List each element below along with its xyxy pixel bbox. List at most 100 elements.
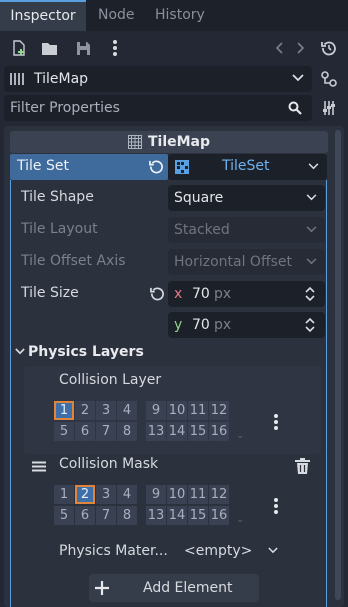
tilemap-header-icon [127,135,142,149]
trash-icon[interactable] [295,458,310,474]
section-title: TileMap [147,134,211,150]
inspector-scrollbar[interactable] [335,130,341,600]
layer-bit-13[interactable]: 13 [146,422,166,441]
dock-tab-bar: Inspector Node History [0,0,348,31]
property-settings-icon[interactable] [318,97,340,119]
chevron-down-icon [306,194,317,201]
layer-bit-16[interactable]: 16 [209,506,229,525]
history-icon[interactable] [318,37,340,59]
layer-bit-6[interactable]: 6 [75,506,95,525]
spin-arrows-icon[interactable] [305,286,315,302]
physics-material-label: Physics Mater... [59,543,168,559]
forward-icon[interactable] [290,37,312,59]
tile-set-resource-picker[interactable]: TileSet [168,154,327,180]
tile-size-x-value: 70 [192,286,210,302]
tab-history[interactable]: History [155,0,205,31]
layer-bit-2[interactable]: 2 [75,485,95,504]
open-folder-icon[interactable] [38,37,60,59]
expand-layers-icon[interactable]: ⌄ [236,430,244,441]
spin-arrows-icon[interactable] [305,317,315,333]
layer-bit-3[interactable]: 3 [96,401,116,420]
more-vert-icon[interactable] [104,37,126,59]
tile-offset-axis-label: Tile Offset Axis [21,253,126,269]
tile-shape-value: Square [174,190,224,206]
tile-shape-dropdown[interactable]: Square [168,185,325,211]
collision-layer-label: Collision Layer [59,372,162,388]
y-axis-label: y [174,317,183,333]
layer-bit-3[interactable]: 3 [96,485,116,504]
layer-bit-12[interactable]: 12 [209,485,229,504]
layer-bit-12[interactable]: 12 [209,401,229,420]
layer-bit-15[interactable]: 15 [188,506,208,525]
layer-bit-15[interactable]: 15 [188,422,208,441]
tile-size-y-value: 70 [192,317,210,333]
node-tree-icon[interactable] [318,68,340,90]
layer-bit-2[interactable]: 2 [75,401,95,420]
collision-mask-label: Collision Mask [59,456,159,472]
layer-bit-8[interactable]: 8 [117,506,137,525]
tile-shape-label: Tile Shape [21,189,94,205]
layer-bit-13[interactable]: 13 [146,506,166,525]
save-icon[interactable] [72,37,94,59]
expand-layers-icon[interactable]: ⌄ [236,514,244,525]
tile-size-label: Tile Size [21,285,79,301]
physics-material-picker[interactable]: <empty> [176,538,286,564]
back-icon[interactable] [268,37,290,59]
layer-bit-1[interactable]: 1 [54,401,74,420]
layer-bit-4[interactable]: 4 [117,401,137,420]
physics-layers-title[interactable]: Physics Layers [28,344,144,360]
layer-bit-10[interactable]: 10 [167,401,187,420]
layer-bit-14[interactable]: 14 [167,422,187,441]
tile-size-x-field[interactable]: x 70 px [168,281,325,307]
revert-icon[interactable] [150,286,165,301]
layer-bit-7[interactable]: 7 [96,422,116,441]
tilemap-node-icon [10,73,24,85]
tile-size-x-unit: px [214,286,232,302]
tile-layout-label: Tile Layout [21,221,98,237]
layer-bit-4[interactable]: 4 [117,485,137,504]
section-header: TileMap [10,131,328,153]
more-vert-icon[interactable] [274,414,278,430]
object-selector-label: TileMap [34,71,89,87]
layer-bit-11[interactable]: 11 [188,485,208,504]
tile-set-label: Tile Set [17,158,69,174]
layer-bit-16[interactable]: 16 [209,422,229,441]
more-vert-icon[interactable] [274,498,278,514]
search-icon [288,101,302,115]
tile-layout-dropdown: Stacked [168,217,325,243]
new-resource-icon[interactable] [8,37,30,59]
tile-set-row-label-bg: Tile Set [10,154,168,180]
chevron-down-icon [292,74,304,82]
layer-bit-6[interactable]: 6 [75,422,95,441]
drag-handle-icon[interactable] [32,461,46,472]
chevron-down-icon [306,258,317,265]
tile-offset-axis-dropdown: Horizontal Offset [168,249,325,275]
layer-bit-7[interactable]: 7 [96,506,116,525]
tile-layout-value: Stacked [174,222,230,238]
layer-bit-5[interactable]: 5 [54,506,74,525]
add-element-button[interactable]: Add Element [89,574,259,602]
tab-inspector[interactable]: Inspector [0,0,86,31]
tileset-icon [175,160,189,174]
filter-properties-input[interactable]: Filter Properties [4,95,312,121]
tile-set-resource-label: TileSet [222,158,270,174]
layer-bit-11[interactable]: 11 [188,401,208,420]
revert-icon[interactable] [149,159,164,174]
layer-bit-14[interactable]: 14 [167,506,187,525]
chevron-down-icon [268,547,278,554]
chevron-down-icon [306,226,317,233]
tile-size-y-field[interactable]: y 70 px [168,312,325,338]
layer-bit-9[interactable]: 9 [146,401,166,420]
layer-bit-1[interactable]: 1 [54,485,74,504]
object-selector[interactable]: TileMap [4,66,312,92]
layer-bit-8[interactable]: 8 [117,422,137,441]
layer-bit-5[interactable]: 5 [54,422,74,441]
chevron-down-icon[interactable] [15,348,25,355]
x-axis-label: x [174,286,183,302]
filter-placeholder: Filter Properties [10,100,120,116]
add-element-label: Add Element [143,580,233,596]
chevron-down-icon [308,163,319,170]
layer-bit-9[interactable]: 9 [146,485,166,504]
layer-bit-10[interactable]: 10 [167,485,187,504]
tab-node[interactable]: Node [98,0,135,31]
